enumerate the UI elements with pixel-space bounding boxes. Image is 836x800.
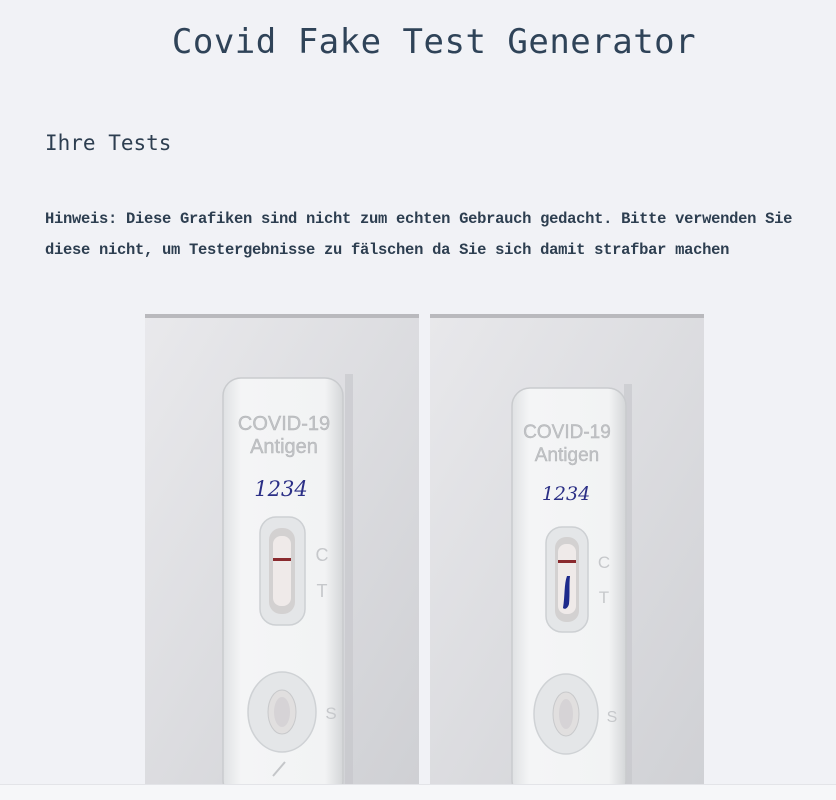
page-title: Covid Fake Test Generator [171, 22, 697, 62]
brand-line-2: Antigen [535, 445, 599, 466]
test-image-2[interactable]: COVID-19 Antigen 1234 C T S [430, 314, 704, 784]
control-line [558, 560, 576, 563]
brand-line-1: COVID-19 [238, 413, 330, 435]
label-s: S [607, 709, 618, 726]
section-heading: Ihre Tests [45, 131, 172, 155]
control-line [273, 558, 291, 561]
label-c: C [316, 545, 329, 565]
disclaimer-notice: Hinweis: Diese Grafiken sind nicht zum e… [45, 210, 793, 259]
test-cassette-photo: COVID-19 Antigen 1234 C T S [430, 314, 704, 784]
label-t: T [599, 588, 609, 607]
bottom-scroll-area [0, 784, 836, 800]
handwritten-number: 1234 [254, 477, 307, 501]
label-c: C [598, 553, 610, 572]
handwritten-number: 1234 [542, 483, 590, 505]
test-image-1[interactable]: COVID-19 Antigen 1234 C T S [145, 314, 419, 784]
label-t: T [317, 581, 328, 601]
brand-line-2: Antigen [250, 436, 318, 458]
test-cassette-photo: COVID-19 Antigen 1234 C T S [145, 314, 419, 784]
brand-line-1: COVID-19 [523, 422, 611, 443]
label-s: S [325, 704, 336, 723]
